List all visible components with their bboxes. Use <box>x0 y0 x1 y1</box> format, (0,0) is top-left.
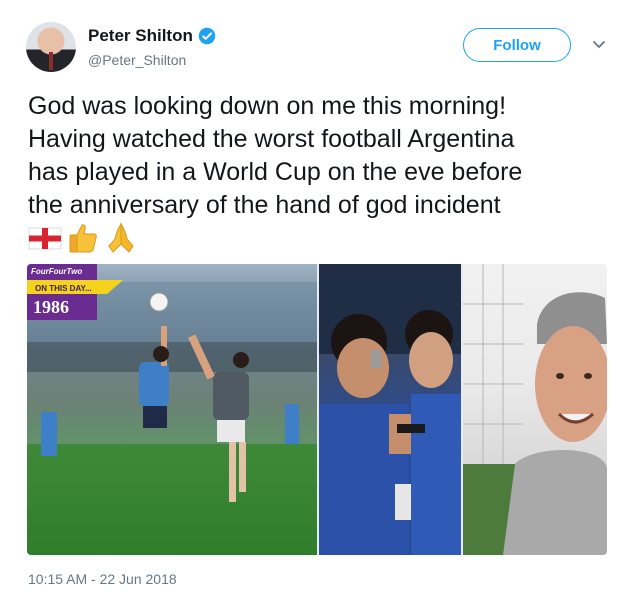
hand-of-god-match-photo[interactable]: FourFourTwo ON THIS DAY... 1986 <box>27 264 317 555</box>
shilton-portrait-photo[interactable] <box>463 264 607 555</box>
chevron-down-icon[interactable] <box>592 40 606 50</box>
name-row: Peter Shilton <box>88 26 216 46</box>
tweet-header: Peter Shilton @Peter_Shilton Follow <box>26 22 616 78</box>
badge-year: 1986 <box>33 297 69 317</box>
on-this-day-badge: FourFourTwo ON THIS DAY... 1986 <box>27 264 123 320</box>
england-flag-icon <box>28 227 62 250</box>
tweet-timestamp[interactable]: 10:15 AM - 22 Jun 2018 <box>28 571 177 587</box>
avatar[interactable] <box>26 22 76 72</box>
emoji-row <box>28 221 138 255</box>
badge-label: ON THIS DAY... <box>35 284 92 293</box>
tweet-text: God was looking down on me this morning!… <box>28 90 618 222</box>
user-handle[interactable]: @Peter_Shilton <box>88 52 186 68</box>
keeper <box>213 372 249 442</box>
tweet-text-line: has played in a World Cup on the eve bef… <box>28 158 523 186</box>
tweet-media[interactable]: FourFourTwo ON THIS DAY... 1986 <box>27 264 607 555</box>
tweet-text-line: Having watched the worst football Argent… <box>28 125 515 153</box>
verified-badge-icon <box>198 27 216 45</box>
folded-hands-icon <box>108 222 134 253</box>
thumbs-up-icon <box>69 224 97 253</box>
maradona-in-stands-photo[interactable] <box>319 264 461 555</box>
portrait-scene <box>463 264 607 555</box>
display-name[interactable]: Peter Shilton <box>88 26 193 46</box>
follow-button[interactable]: Follow <box>463 28 571 62</box>
stands-scene <box>319 264 461 555</box>
tweet-text-line: God was looking down on me this morning! <box>28 92 507 120</box>
player-blue <box>139 362 169 428</box>
tweet-text-line: the anniversary of the hand of god incid… <box>28 191 501 219</box>
brand-logo-text: FourFourTwo <box>31 267 83 276</box>
